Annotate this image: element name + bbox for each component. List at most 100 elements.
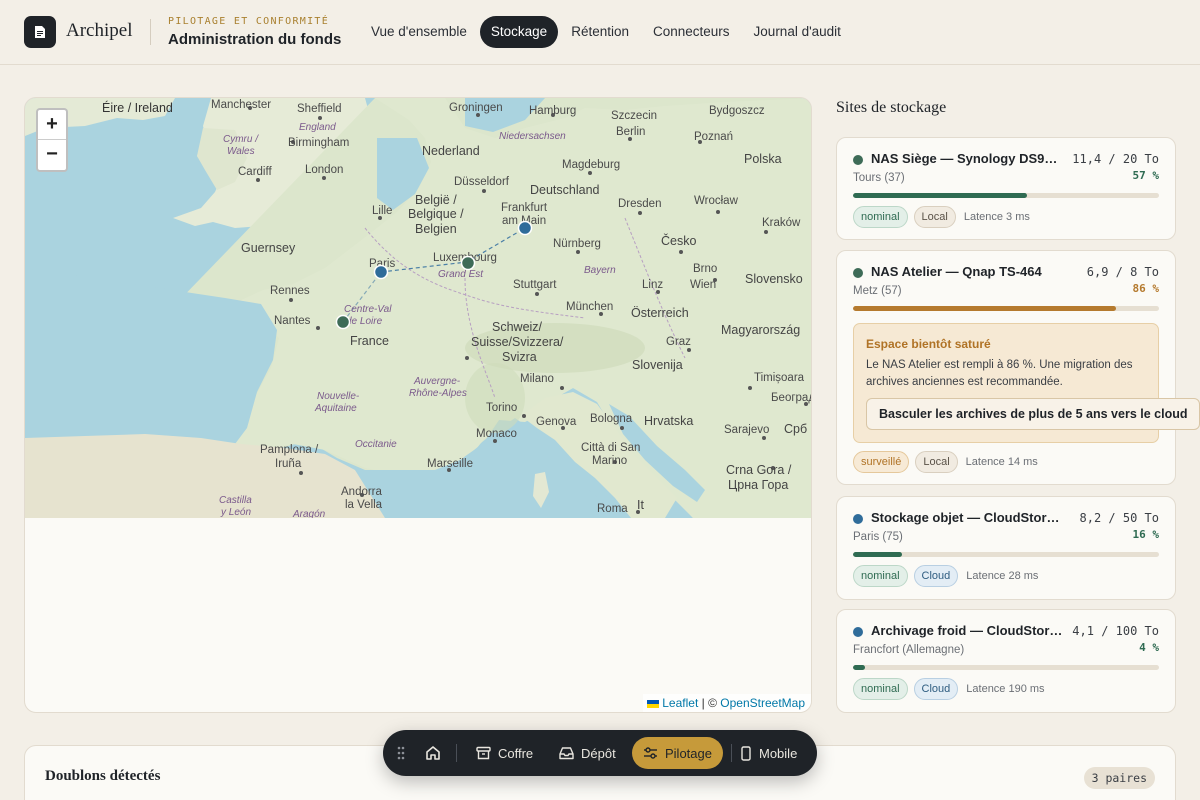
usage-bar [853, 193, 1159, 198]
map-label: Crna Gora / [726, 463, 792, 477]
map-label: Guernsey [241, 241, 296, 255]
map-label: Hrvatska [644, 414, 693, 428]
nav-retention[interactable]: Rétention [560, 16, 640, 48]
type-badge: Local [913, 206, 956, 228]
map-label: Szczecin [611, 110, 657, 122]
site-card[interactable]: Stockage objet — CloudStore … 8,2 / 50 T… [836, 496, 1176, 600]
map-label: Città di San [581, 442, 640, 454]
status-badge: nominal [853, 678, 908, 700]
map-label: la Vella [345, 499, 383, 511]
dock-steering[interactable]: Pilotage [632, 737, 723, 769]
map-label: Timișoara [754, 372, 805, 384]
copyright-symbol: © [708, 696, 717, 710]
section-eyebrow: PILOTAGE ET CONFORMITÉ [168, 16, 330, 27]
nav-connectors[interactable]: Connecteurs [642, 16, 741, 48]
site-card[interactable]: Archivage froid — CloudStor… 4,1 / 100 T… [836, 609, 1176, 713]
map-label: Cymru / [223, 134, 259, 145]
dock-mobile[interactable]: Mobile [729, 737, 808, 769]
zoom-out-button[interactable]: − [38, 140, 66, 170]
site-capacity: 8,2 / 50 To [1079, 511, 1159, 525]
status-badge: surveillé [853, 451, 910, 473]
map-label: Iruña [275, 458, 302, 470]
dock-deposit[interactable]: Dépôt [548, 737, 627, 769]
app-header: Archipel PILOTAGE ET CONFORMITÉ Administ… [0, 0, 1200, 65]
migrate-archives-button[interactable]: Basculer les archives de plus de 5 ans v… [866, 398, 1200, 430]
map-label: Cardiff [238, 166, 272, 178]
usage-bar-fill [853, 306, 1117, 311]
nav-overview[interactable]: Vue d'ensemble [360, 16, 478, 48]
map-label: Brno [693, 263, 717, 275]
map-label: Pamplona / [260, 444, 319, 456]
leaflet-link[interactable]: Leaflet [662, 696, 698, 710]
site-marker-tours[interactable] [335, 314, 351, 330]
site-marker-metz[interactable] [460, 255, 476, 271]
dock-vault[interactable]: Coffre [465, 737, 544, 769]
map-label: Niedersachsen [499, 131, 566, 142]
site-tags: surveillé Local Latence 14 ms [853, 451, 1038, 473]
map-label: France [350, 334, 389, 348]
sites-section-title: Sites de stockage [836, 99, 947, 116]
map-label: Linz [642, 279, 663, 291]
nav-audit-log[interactable]: Journal d'audit [743, 16, 852, 48]
map-label: Dresden [618, 198, 661, 210]
map-label: London [305, 164, 343, 176]
dock-label: Mobile [759, 745, 798, 761]
map-label: Slovensko [745, 272, 803, 286]
map-label: Slovenija [632, 358, 683, 372]
home-icon[interactable] [423, 743, 443, 763]
map-label: Polska [744, 152, 782, 166]
attribution-separator: | [701, 696, 705, 710]
usage-bar-fill [853, 552, 902, 557]
map-label: Magdeburg [562, 159, 620, 171]
site-latency: Latence 28 ms [966, 570, 1039, 582]
map-label: Birmingham [288, 137, 349, 149]
sliders-icon [644, 747, 657, 759]
status-dot [853, 155, 863, 165]
map-label: Groningen [449, 102, 503, 114]
document-icon [35, 26, 45, 38]
map-label: Wales [227, 146, 255, 157]
map-label: Österreich [631, 306, 689, 320]
site-card[interactable]: NAS Atelier — Qnap TS-464 6,9 / 8 To Met… [836, 250, 1200, 485]
site-capacity: 4,1 / 100 To [1072, 624, 1159, 638]
app-logo[interactable] [24, 16, 56, 48]
osm-link[interactable]: OpenStreetMap [720, 696, 805, 710]
inbox-icon [559, 747, 574, 760]
site-card[interactable]: NAS Siège — Synology DS9… 11,4 / 20 To T… [836, 137, 1176, 240]
floating-dock: Coffre Dépôt Pilotage Mobile [383, 730, 817, 776]
page-title: Administration du fonds [168, 31, 342, 48]
drag-handle-icon[interactable] [397, 746, 405, 760]
map-label: Wrocław [694, 195, 739, 207]
map-label: Grand Est [438, 269, 484, 280]
map-label: Milano [520, 373, 554, 385]
map-label: Marseille [427, 458, 473, 470]
map-label: Bydgoszcz [709, 105, 765, 117]
site-name: Stockage objet — CloudStore … [871, 510, 1066, 525]
site-usage-percent: 57 % [1132, 169, 1160, 182]
duplicates-count-badge: 3 paires [1083, 767, 1155, 789]
dock-label: Pilotage [665, 745, 712, 761]
map-label: Auvergne- [413, 376, 461, 387]
map-label: Castilla [219, 495, 252, 506]
storage-map[interactable]: Éire / Ireland Manchester Sheffield Engl… [25, 98, 812, 518]
site-marker-frankfurt[interactable] [517, 220, 533, 236]
duplicates-title: Doublons détectés [45, 768, 161, 784]
zoom-in-button[interactable]: + [38, 110, 66, 140]
site-tags: nominal Local Latence 3 ms [853, 206, 1030, 228]
site-marker-paris[interactable] [373, 264, 389, 280]
site-usage-percent: 16 % [1132, 528, 1160, 541]
storage-map-card: Éire / Ireland Manchester Sheffield Engl… [24, 97, 812, 713]
site-name: NAS Siège — Synology DS9… [871, 151, 1058, 166]
usage-bar-fill [853, 665, 866, 670]
status-dot [853, 627, 863, 637]
nav-storage[interactable]: Stockage [479, 16, 559, 48]
map-label: München [566, 301, 613, 313]
map-label: Nürnberg [553, 238, 601, 250]
usage-bar-fill [853, 193, 1028, 198]
site-capacity: 11,4 / 20 To [1072, 152, 1159, 166]
map-label: Berlin [616, 126, 645, 138]
map-label: Aragón [292, 509, 326, 518]
status-dot [853, 514, 863, 524]
dock-label: Coffre [498, 745, 534, 761]
map-label: Lille [372, 205, 392, 217]
